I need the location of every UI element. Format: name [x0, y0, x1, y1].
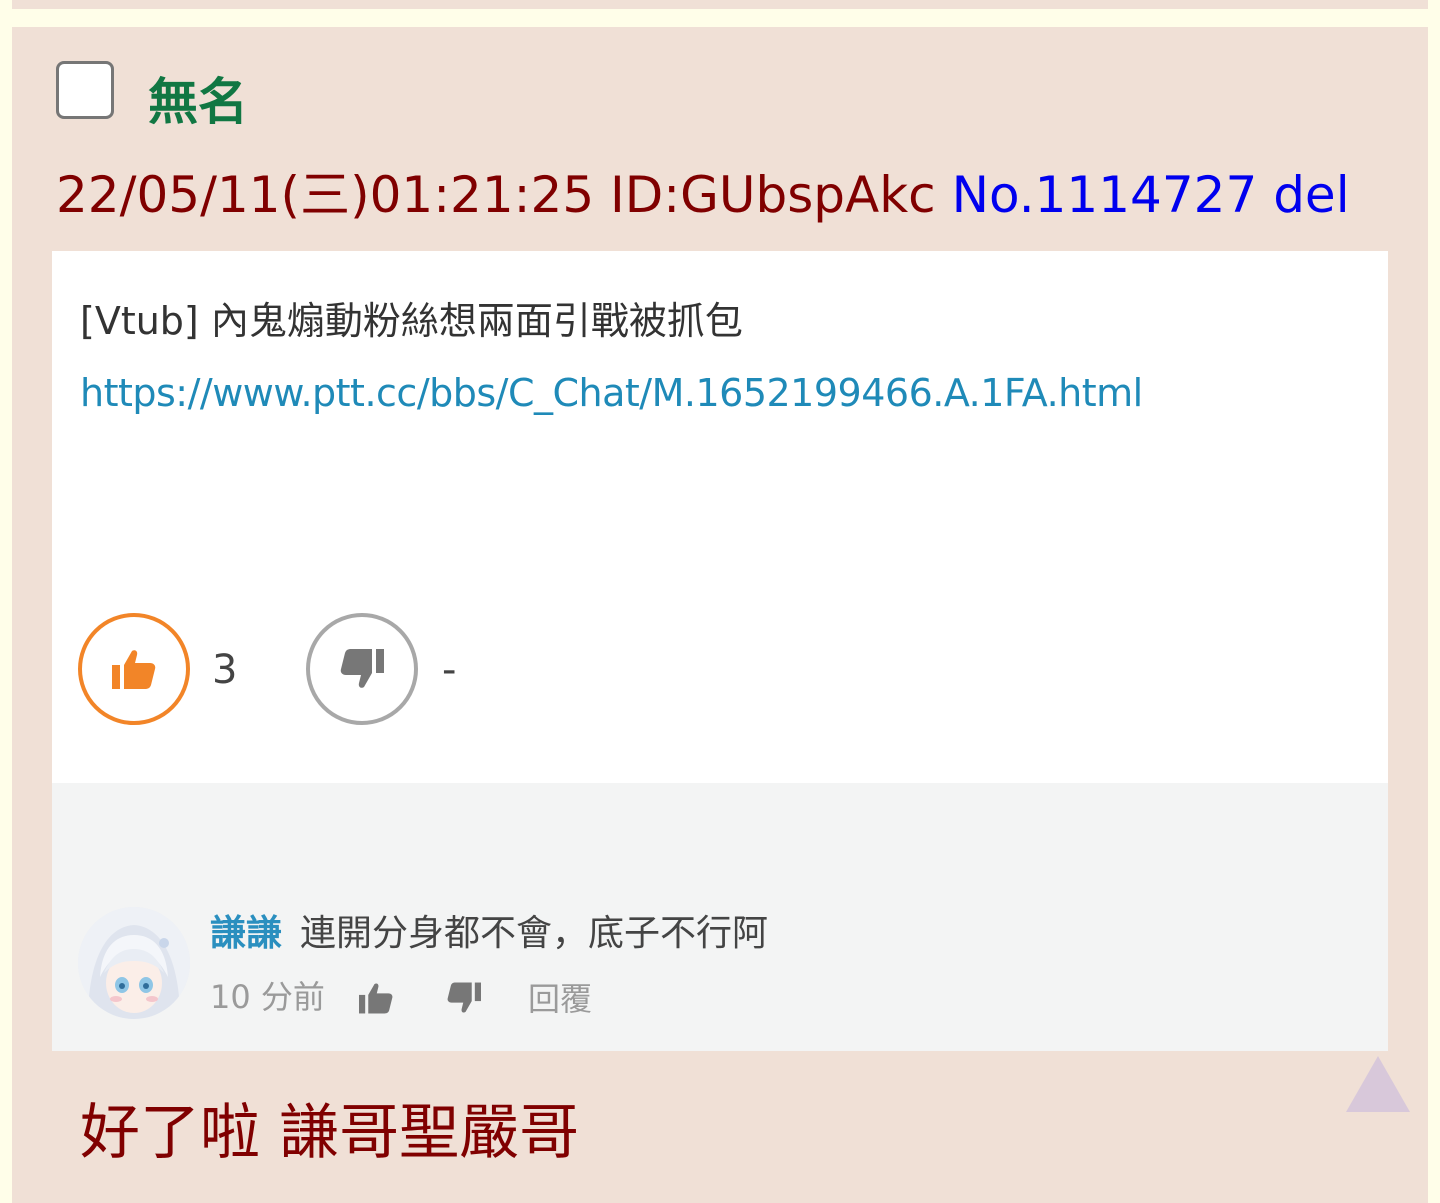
like-button[interactable]	[78, 613, 190, 725]
previous-post-edge	[12, 0, 1428, 9]
embedded-screenshot: [Vtub] 內鬼煽動粉絲想兩面引戰被抓包 https://www.ptt.cc…	[52, 251, 1388, 1051]
commenter-avatar	[78, 907, 190, 1019]
reply-post: 無名 22/05/11(三)01:21:25 ID:GUbspAkc No.11…	[12, 27, 1428, 1203]
scroll-to-top-icon[interactable]	[1346, 1056, 1410, 1112]
comment-like-button[interactable]	[356, 981, 396, 1019]
article-title: [Vtub] 內鬼煽動粉絲想兩面引戰被抓包	[80, 299, 743, 343]
article-link[interactable]: https://www.ptt.cc/bbs/C_Chat/M.16521994…	[80, 367, 1143, 419]
comment-reply-button[interactable]: 回覆	[528, 977, 592, 1021]
post-select-checkbox[interactable]	[56, 61, 114, 119]
dislike-count: -	[442, 647, 457, 693]
post-message: 好了啦 謙哥聖嚴哥	[80, 1098, 580, 1168]
delete-link[interactable]: del	[1273, 166, 1349, 224]
comment-dislike-button[interactable]	[444, 981, 484, 1019]
thumbs-down-icon	[447, 982, 481, 1013]
comment-text: 連開分身都不會，底子不行阿	[300, 913, 769, 954]
post-meta: 22/05/11(三)01:21:25 ID:GUbspAkc No.11147…	[56, 163, 1350, 227]
thumbs-up-icon	[359, 983, 393, 1014]
poster-id: ID:GUbspAkc	[610, 166, 936, 224]
thumbs-up-icon	[112, 650, 156, 689]
like-count: 3	[212, 647, 238, 693]
post-number-link[interactable]: No.1114727	[952, 166, 1258, 224]
comment-section: 謙謙 連開分身都不會，底子不行阿 10 分前 回覆	[52, 783, 1388, 1051]
comment-time: 10 分前	[210, 978, 325, 1016]
poster-name: 無名	[148, 73, 248, 131]
dislike-button[interactable]	[306, 613, 418, 725]
post-date: 22/05/11(三)01:21:25	[56, 166, 595, 224]
thumbs-down-icon	[340, 649, 384, 688]
comment-author[interactable]: 謙謙	[210, 909, 282, 959]
